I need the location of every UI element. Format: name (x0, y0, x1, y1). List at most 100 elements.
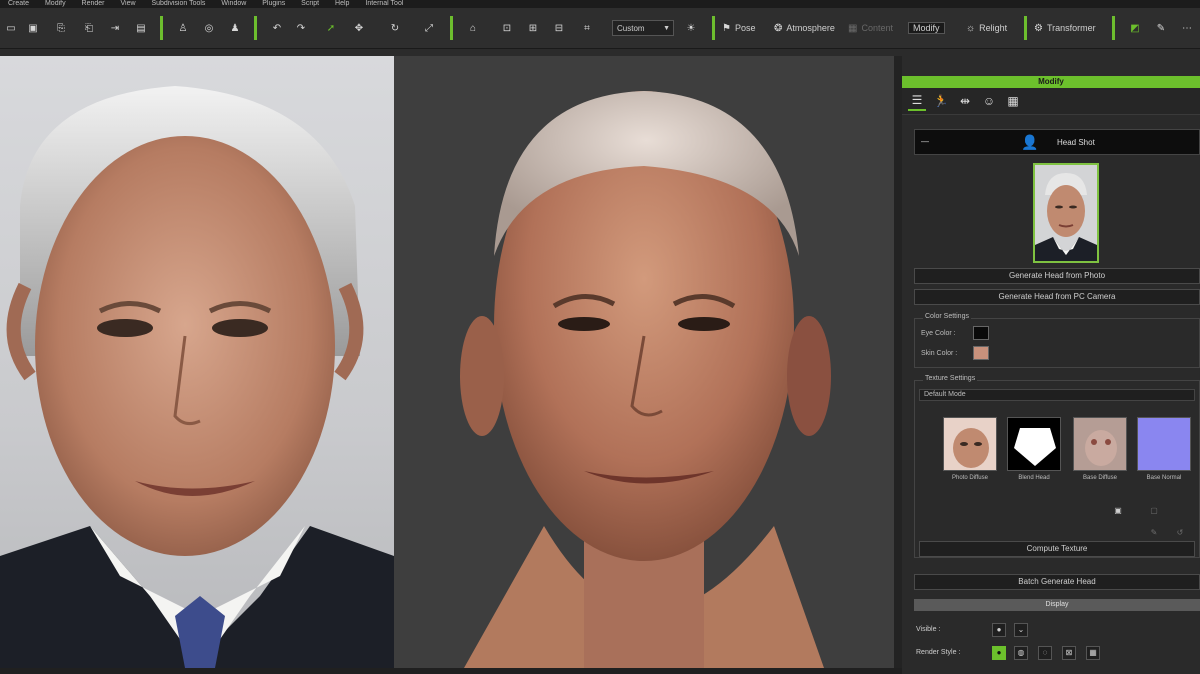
sculpt-icon[interactable]: ✎ (1152, 18, 1170, 38)
toolbar-separator (160, 16, 163, 40)
undo-icon[interactable]: ↶ (268, 18, 286, 38)
menu-modify[interactable]: Modify (45, 0, 66, 7)
3d-viewport[interactable] (394, 56, 894, 668)
panel-title: Modify (902, 76, 1200, 88)
skin-color-swatch[interactable] (973, 346, 989, 360)
tab-checker-icon[interactable]: ▦ (1004, 92, 1022, 110)
menu-view[interactable]: View (120, 0, 135, 7)
texture-label-base-normal: Base Normal (1146, 475, 1182, 481)
camera-icon[interactable]: ⌗ (578, 18, 596, 38)
menu-window[interactable]: Window (221, 0, 246, 7)
render-style-box-icon[interactable]: ⊠ (1062, 646, 1076, 660)
tab-sliders-icon[interactable]: ⇹ (956, 92, 974, 110)
texture-label-base-diffuse: Base Diffuse (1083, 475, 1117, 481)
menu-plugins[interactable]: Plugins (262, 0, 285, 7)
scale-icon[interactable]: ⤢ (420, 18, 438, 38)
render-style-smooth-icon[interactable]: ● (992, 646, 1006, 660)
render-style-grid-icon[interactable]: ▦ (1086, 646, 1100, 660)
status-strip (0, 668, 902, 674)
rotate-icon[interactable]: ↻ (386, 18, 404, 38)
batch-generate-head-button[interactable]: Batch Generate Head (914, 574, 1200, 590)
more-icon[interactable]: ⋯ (1178, 18, 1196, 38)
atmosphere-icon: ❂ (774, 22, 783, 34)
compute-texture-button[interactable]: Compute Texture (919, 541, 1195, 557)
export-icon[interactable]: ⎗ (80, 18, 98, 38)
headshot-tool-icon[interactable]: ◩ (1126, 18, 1144, 38)
main-toolbar: ▭ ▣ ⎘ ⎗ ⇥ ▤ ♙ ◎ ♟ ↶ ↷ ➚ ✥ ↻ ⤢ ⌂ ⊡ ⊞ ⊟ ⌗ … (0, 8, 1200, 49)
base-diffuse-thumbnail (1085, 430, 1117, 466)
relight-icon: ☼ (966, 22, 976, 34)
content-icon: ▦ (848, 22, 858, 34)
toolbar-separator (450, 16, 453, 40)
texture-blend-head[interactable] (1007, 417, 1061, 471)
generate-head-from-photo-button[interactable]: Generate Head from Photo (914, 268, 1200, 284)
pose-button[interactable]: ⚑ Pose (722, 18, 759, 38)
tab-attributes-icon[interactable]: ☰ (908, 91, 926, 111)
skin-color-label: Skin Color : (921, 350, 958, 357)
move-icon[interactable]: ✥ (350, 18, 368, 38)
menu-script[interactable]: Script (301, 0, 319, 7)
screenshot-icon[interactable]: ▤ (132, 18, 150, 38)
chevron-down-icon: ▼ (663, 25, 670, 32)
menu-bar: Create Modify Render View Subdivision To… (0, 0, 1200, 8)
reset-texture-icon[interactable]: ↺ (1173, 527, 1187, 541)
texture-mode-select[interactable]: Default Mode (919, 389, 1195, 401)
texture-settings-label: Texture Settings (923, 375, 978, 382)
save-icon[interactable]: ▣ (24, 18, 42, 38)
fit-icon[interactable]: ⊡ (498, 18, 516, 38)
menu-subdivision-tools[interactable]: Subdivision Tools (151, 0, 205, 7)
morph-icon[interactable]: ◎ (200, 18, 218, 38)
texture-base-diffuse[interactable] (1073, 417, 1127, 471)
render-style-texture-icon[interactable]: ◍ (1014, 646, 1028, 660)
collapse-icon[interactable]: — (921, 137, 929, 146)
headshot-header[interactable]: — 👤 Head Shot (914, 129, 1200, 155)
transformer-icon: ⚙ (1034, 22, 1043, 34)
tab-motion-icon[interactable]: 🏃 (932, 92, 950, 110)
texture-base-normal[interactable] (1137, 417, 1191, 471)
display-section-header[interactable]: Display (914, 599, 1200, 611)
tab-morph-icon[interactable]: ☺ (980, 92, 998, 110)
headshot-label: Head Shot (1057, 138, 1095, 147)
transformer-button[interactable]: ⚙ Transformer (1034, 18, 1100, 38)
color-settings-section: Color Settings Eye Color : Skin Color : (914, 313, 1200, 368)
thumbnail-image (1035, 165, 1097, 261)
texture-photo-diffuse[interactable] (943, 417, 997, 471)
character-icon[interactable]: ♟ (226, 18, 244, 38)
menu-render[interactable]: Render (82, 0, 105, 7)
person-icon[interactable]: ♙ (174, 18, 192, 38)
photo-diffuse-thumbnail (953, 428, 989, 468)
rendered-head-model (460, 91, 831, 668)
redo-icon[interactable]: ↷ (292, 18, 310, 38)
send-icon[interactable]: ⇥ (106, 18, 124, 38)
menu-internal-tool[interactable]: Internal Tool (365, 0, 403, 7)
visible-option-icon[interactable]: ⌄ (1014, 623, 1028, 637)
light-icon[interactable]: ☀ (682, 18, 700, 38)
texture-mode-value: Default Mode (924, 391, 966, 398)
view-mode-select[interactable]: Custom ▼ (612, 20, 674, 36)
photo-thumbnail[interactable] (1033, 163, 1099, 263)
modify-button[interactable]: Modify (908, 18, 945, 38)
new-project-icon[interactable]: ▭ (2, 18, 20, 38)
pose-icon: ⚑ (722, 22, 731, 34)
load-texture-icon[interactable]: ▢ (1147, 505, 1161, 519)
relight-button[interactable]: ☼ Relight (966, 18, 1011, 38)
import-icon[interactable]: ⎘ (52, 18, 70, 38)
eye-color-swatch[interactable] (973, 326, 989, 340)
frame-icon[interactable]: ⊞ (524, 18, 542, 38)
visible-toggle-icon[interactable]: ● (992, 623, 1006, 637)
edit-texture-icon[interactable]: ✎ (1147, 527, 1161, 541)
grid-icon[interactable]: ⊟ (550, 18, 568, 38)
menu-help[interactable]: Help (335, 0, 349, 7)
select-icon[interactable]: ➚ (322, 18, 340, 38)
generate-head-from-camera-button[interactable]: Generate Head from PC Camera (914, 289, 1200, 305)
render-style-label: Render Style : (916, 649, 961, 656)
content-button[interactable]: ▦ Content (848, 18, 897, 38)
save-texture-icon[interactable]: ▣ (1111, 505, 1125, 519)
atmosphere-button[interactable]: ❂ Atmosphere (774, 18, 839, 38)
panel-splitter[interactable] (894, 56, 902, 674)
menu-create[interactable]: Create (8, 0, 29, 7)
render-style-wire-icon[interactable]: ◌ (1038, 646, 1052, 660)
texture-settings-section: Texture Settings Default Mode Photo Diff… (914, 375, 1200, 558)
portrait-image (0, 86, 394, 668)
home-icon[interactable]: ⌂ (464, 18, 482, 38)
